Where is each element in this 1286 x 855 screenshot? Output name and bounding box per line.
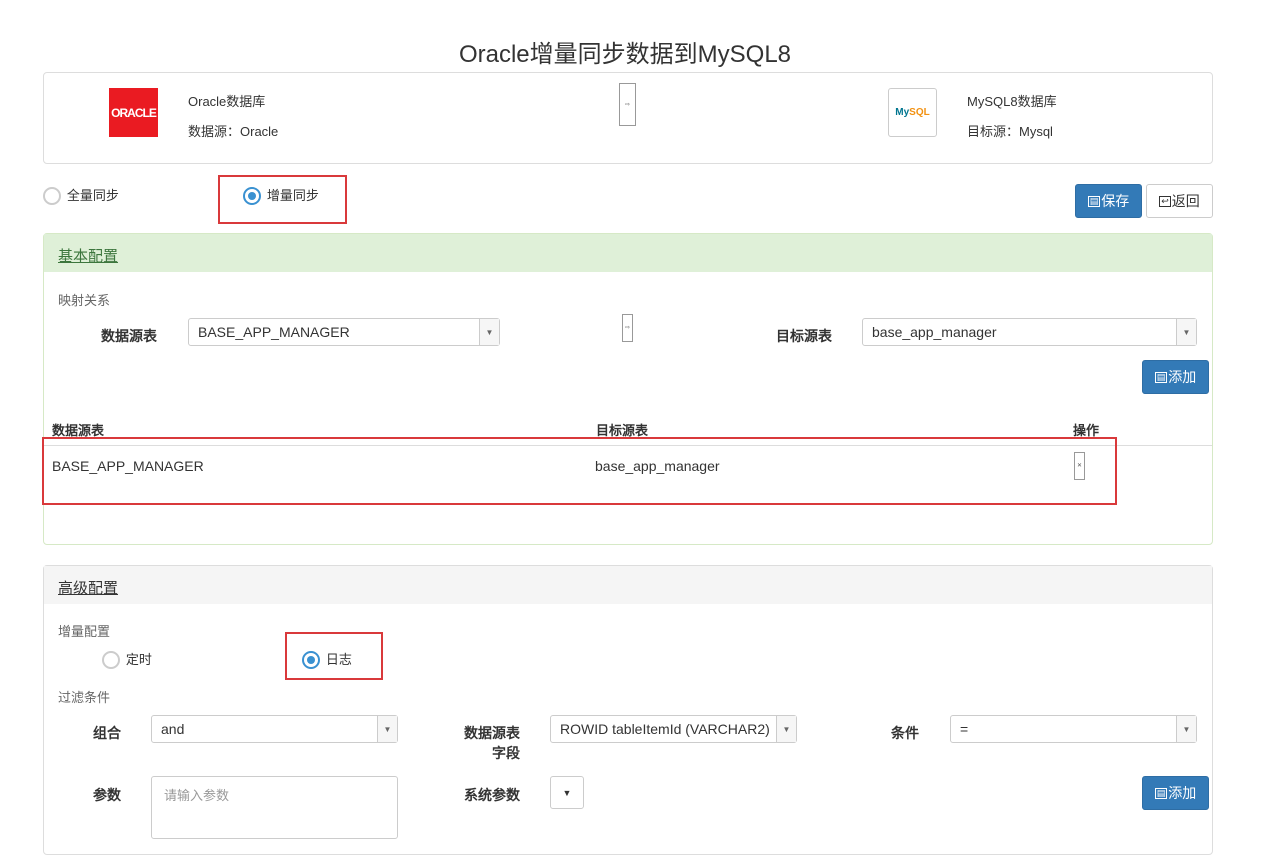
incremental-sync-radio[interactable] bbox=[243, 187, 261, 206]
target-table-select[interactable]: base_app_manager ▼ bbox=[862, 318, 1197, 346]
field-value: ROWID tableItemId (VARCHAR2) bbox=[560, 721, 770, 737]
combine-value: and bbox=[161, 721, 185, 737]
save-button[interactable]: ▤ 保存 bbox=[1075, 184, 1142, 218]
source-table-select[interactable]: BASE_APP_MANAGER ▼ bbox=[188, 318, 500, 346]
timer-label: 定时 bbox=[125, 652, 152, 667]
target-db-name: MySQL8数据库 bbox=[967, 94, 1057, 109]
back-button[interactable]: ↩ 返回 bbox=[1146, 184, 1213, 218]
sync-arrow-icon: ⇨ bbox=[619, 83, 636, 126]
advanced-config-heading: 高级配置 bbox=[44, 566, 1212, 604]
condition-select[interactable]: = ▼ bbox=[950, 715, 1197, 743]
basic-config-heading: 基本配置 bbox=[44, 234, 1212, 272]
mysql-logo: My SQL bbox=[888, 88, 937, 137]
log-label: 日志 bbox=[325, 652, 352, 667]
log-radio[interactable] bbox=[302, 651, 320, 670]
field-select[interactable]: ROWID tableItemId (VARCHAR2) ▼ bbox=[550, 715, 797, 743]
page-title: Oracle增量同步数据到MySQL8 bbox=[458, 41, 792, 68]
condition-label: 条件 bbox=[891, 725, 919, 741]
field-label: 数据源表 字段 bbox=[464, 725, 520, 761]
param-textarea[interactable]: 请输入参数 bbox=[151, 776, 398, 839]
sys-param-dropdown[interactable]: ▼ bbox=[550, 776, 584, 809]
back-icon: ↩ bbox=[1159, 195, 1171, 207]
highlight-box bbox=[42, 437, 1117, 505]
add-icon: ▤ bbox=[1154, 371, 1168, 383]
chevron-down-icon: ▼ bbox=[377, 716, 397, 742]
param-placeholder: 请输入参数 bbox=[164, 788, 230, 803]
mapping-arrow-icon: ⇨ bbox=[622, 314, 633, 342]
oracle-logo: ORACLE bbox=[109, 88, 158, 137]
chevron-down-icon: ▼ bbox=[1176, 319, 1196, 345]
chevron-down-icon: ▼ bbox=[479, 319, 499, 345]
log-option[interactable]: 日志 bbox=[302, 649, 352, 670]
add-mapping-button[interactable]: ▤ 添加 bbox=[1142, 360, 1209, 394]
condition-value: = bbox=[960, 721, 969, 737]
full-sync-label: 全量同步 bbox=[66, 188, 119, 203]
add-filter-button[interactable]: ▤ 添加 bbox=[1142, 776, 1209, 810]
source-db-name: Oracle数据库 bbox=[188, 94, 266, 109]
incremental-sync-label: 增量同步 bbox=[266, 188, 319, 203]
source-table-label: 数据源表 bbox=[101, 328, 157, 344]
combine-label: 组合 bbox=[93, 725, 121, 741]
target-table-label: 目标源表 bbox=[776, 328, 832, 344]
target-table-value: base_app_manager bbox=[872, 324, 997, 340]
caret-down-icon: ▼ bbox=[562, 787, 572, 798]
target-db-label: 目标源：Mysql bbox=[967, 124, 1053, 139]
advanced-config-title[interactable]: 高级配置 bbox=[58, 577, 118, 598]
full-sync-radio[interactable] bbox=[43, 187, 61, 206]
incremental-sync-option[interactable]: 增量同步 bbox=[243, 185, 319, 206]
source-table-value: BASE_APP_MANAGER bbox=[198, 324, 350, 340]
combine-select[interactable]: and ▼ bbox=[151, 715, 398, 743]
mapping-label: 映射关系 bbox=[58, 293, 111, 308]
full-sync-option[interactable]: 全量同步 bbox=[43, 185, 119, 206]
basic-config-title[interactable]: 基本配置 bbox=[58, 245, 118, 266]
add-icon: ▤ bbox=[1154, 787, 1168, 799]
incremental-config-label: 增量配置 bbox=[58, 624, 111, 639]
sys-param-label: 系统参数 bbox=[464, 787, 520, 803]
chevron-down-icon: ▼ bbox=[1176, 716, 1196, 742]
source-db-label: 数据源：Oracle bbox=[188, 124, 279, 139]
save-icon: ▤ bbox=[1087, 195, 1101, 207]
chevron-down-icon: ▼ bbox=[776, 716, 796, 742]
timer-radio[interactable] bbox=[102, 651, 120, 670]
timer-option[interactable]: 定时 bbox=[102, 649, 152, 670]
filter-label: 过滤条件 bbox=[58, 690, 111, 705]
param-label: 参数 bbox=[93, 787, 121, 803]
